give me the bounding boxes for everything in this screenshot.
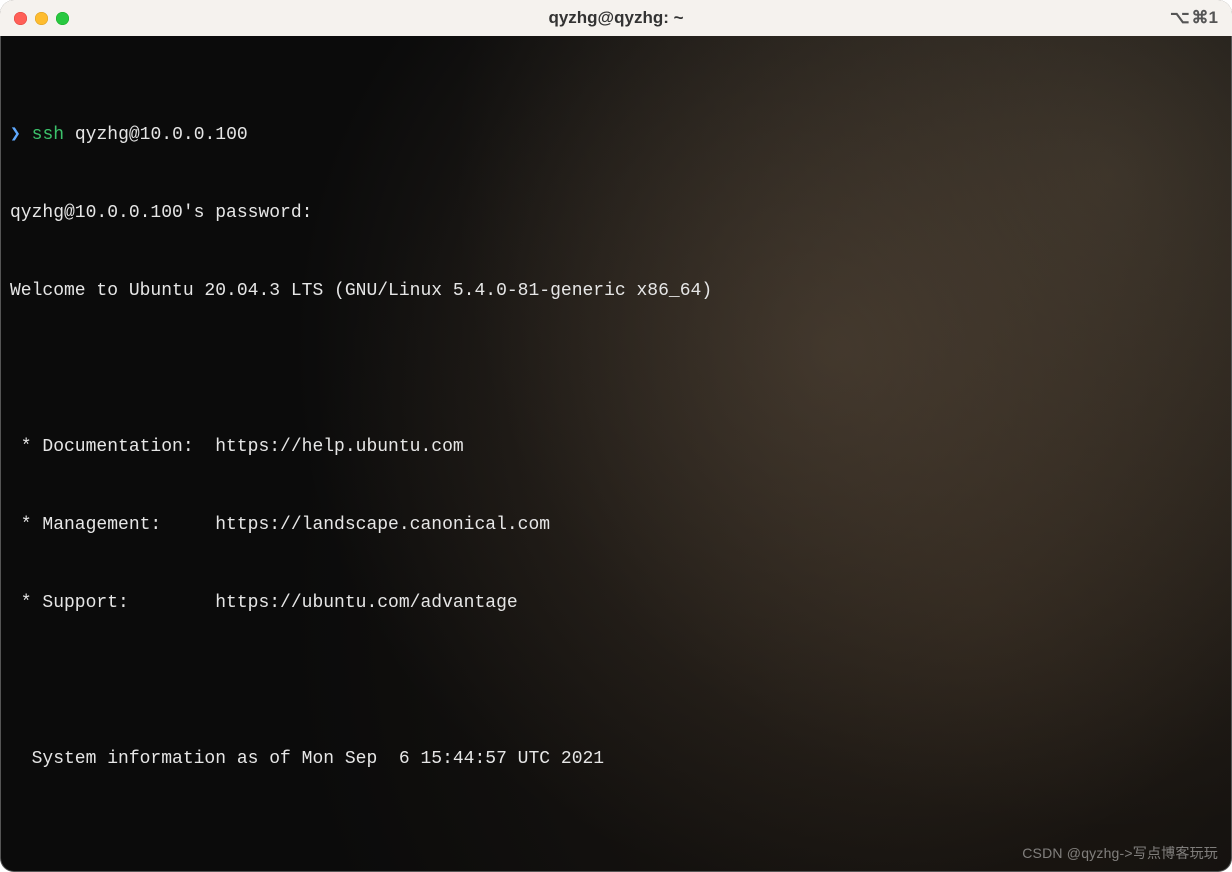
window-title: qyzhg@qyzhg: ~ bbox=[0, 5, 1232, 31]
prompt-arrow-icon: ❯ bbox=[10, 125, 21, 145]
terminal-window: qyzhg@qyzhg: ~ ⌥ ⌘1 ❯ ssh qyzhg@10.0.0.1… bbox=[0, 0, 1232, 872]
terminal-line: qyzhg@10.0.0.100's password: bbox=[10, 200, 1222, 226]
terminal-line bbox=[10, 668, 1222, 694]
terminal-line bbox=[10, 356, 1222, 382]
terminal-body[interactable]: ❯ ssh qyzhg@10.0.0.100 qyzhg@10.0.0.100'… bbox=[0, 36, 1232, 872]
watermark: CSDN @qyzhg->写点博客玩玩 bbox=[1022, 840, 1218, 866]
terminal-line: System information as of Mon Sep 6 15:44… bbox=[10, 746, 1222, 772]
terminal-line: ❯ ssh qyzhg@10.0.0.100 bbox=[10, 122, 1222, 148]
ssh-command: ssh bbox=[32, 125, 64, 145]
terminal-line: * Management: https://landscape.canonica… bbox=[10, 512, 1222, 538]
terminal-line: * Documentation: https://help.ubuntu.com bbox=[10, 434, 1222, 460]
terminal-line: * Support: https://ubuntu.com/advantage bbox=[10, 590, 1222, 616]
ssh-args: qyzhg@10.0.0.100 bbox=[75, 125, 248, 145]
titlebar: qyzhg@qyzhg: ~ ⌥ ⌘1 bbox=[0, 0, 1232, 36]
terminal-line: Welcome to Ubuntu 20.04.3 LTS (GNU/Linux… bbox=[10, 278, 1222, 304]
